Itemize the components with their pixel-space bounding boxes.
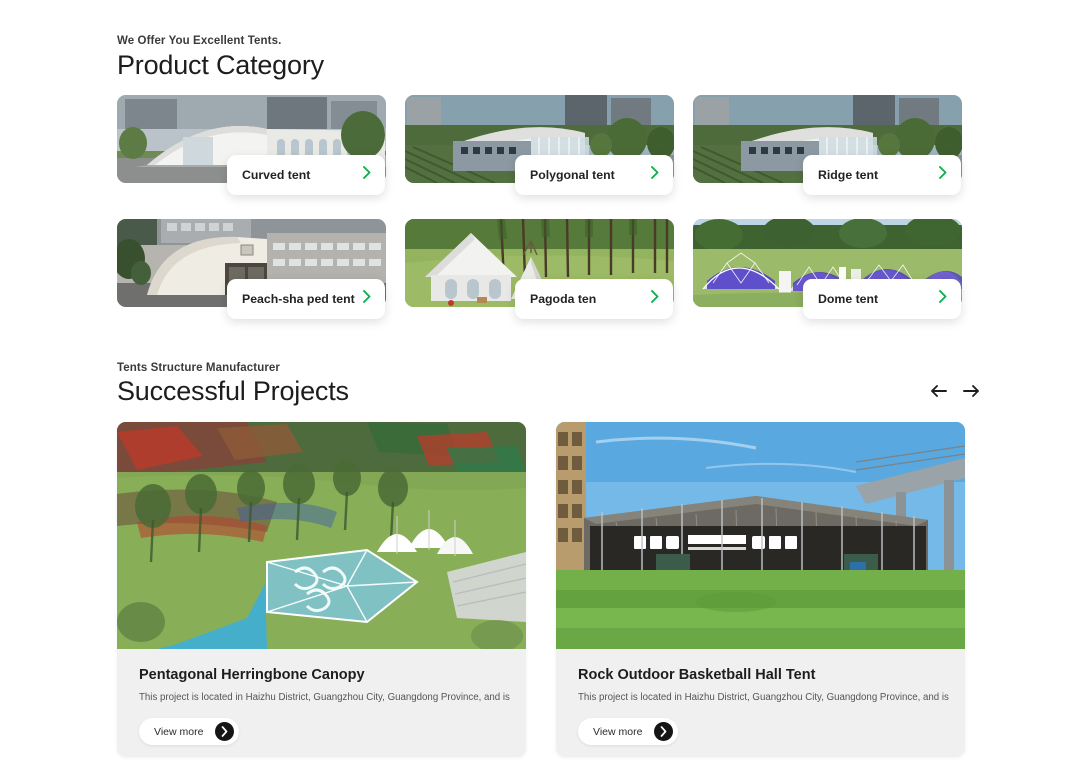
view-more-label: View more xyxy=(154,725,204,738)
project-title: Pentagonal Herringbone Canopy xyxy=(139,667,365,683)
chevron-right-icon xyxy=(651,166,659,184)
view-more-button[interactable]: View more xyxy=(139,718,240,745)
category-label-text: Ridge tent xyxy=(818,168,879,182)
view-more-label: View more xyxy=(593,725,643,738)
category-label-text: Pagoda ten xyxy=(530,292,597,306)
arrow-left-icon[interactable] xyxy=(928,381,948,401)
category-label-text: Polygonal tent xyxy=(530,168,615,182)
page-root: We Offer You Excellent Tents. Product Ca… xyxy=(0,0,1081,777)
category-label-polygonal-tent[interactable]: Polygonal tent xyxy=(515,155,673,195)
chevron-right-icon xyxy=(363,290,371,308)
project-description: This project is located in Haizhu Distri… xyxy=(139,692,511,703)
project-description: This project is located in Haizhu Distri… xyxy=(578,692,950,703)
project-title: Rock Outdoor Basketball Hall Tent xyxy=(578,667,816,683)
product-section-title: Product Category xyxy=(117,50,324,80)
category-label-pagoda-tent[interactable]: Pagoda ten xyxy=(515,279,673,319)
chevron-right-icon xyxy=(215,722,235,741)
view-more-button[interactable]: View more xyxy=(578,718,679,745)
category-label-curved-tent[interactable]: Curved tent xyxy=(227,155,385,195)
chevron-right-icon xyxy=(939,290,947,308)
chevron-right-icon xyxy=(651,290,659,308)
category-label-dome-tent[interactable]: Dome tent xyxy=(803,279,961,319)
category-label-peach-shaped-tent[interactable]: Peach-sha ped tent xyxy=(227,279,385,319)
arrow-right-icon[interactable] xyxy=(961,381,981,401)
chevron-right-icon xyxy=(939,166,947,184)
projects-section-eyebrow: Tents Structure Manufacturer xyxy=(117,362,280,374)
category-label-text: Dome tent xyxy=(818,292,879,306)
project-card-rock-outdoor-basketball-hall-tent[interactable]: Rock Outdoor Basketball Hall Tent This p… xyxy=(556,422,965,757)
category-label-text: Peach-sha ped tent xyxy=(242,292,355,306)
category-label-ridge-tent[interactable]: Ridge tent xyxy=(803,155,961,195)
projects-section-title: Successful Projects xyxy=(117,376,349,406)
chevron-right-icon xyxy=(363,166,371,184)
project-photo-pentagonal-herringbone-canopy xyxy=(117,422,526,649)
chevron-right-icon xyxy=(654,722,674,741)
projects-carousel-nav xyxy=(928,381,981,401)
project-card-pentagonal-herringbone-canopy[interactable]: Pentagonal Herringbone Canopy This proje… xyxy=(117,422,526,757)
category-label-text: Curved tent xyxy=(242,168,311,182)
project-photo-rock-outdoor-basketball-hall-tent xyxy=(556,422,965,649)
product-section-eyebrow: We Offer You Excellent Tents. xyxy=(117,35,282,47)
